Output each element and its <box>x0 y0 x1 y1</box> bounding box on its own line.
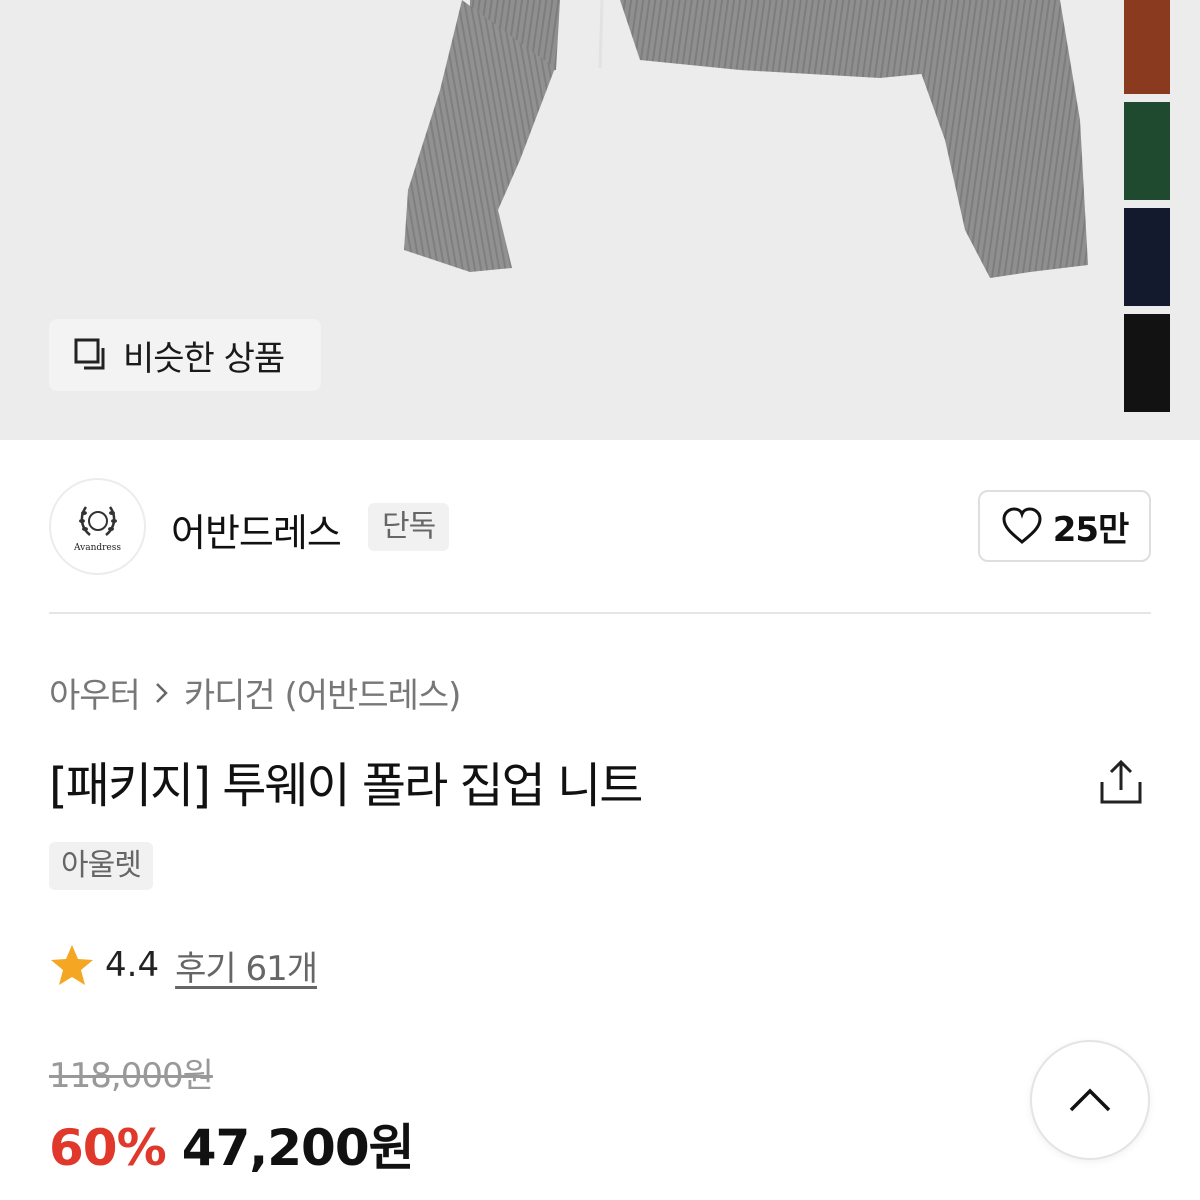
brand-name[interactable]: 어반드레스 <box>171 502 342 557</box>
discount-rate: 60% <box>49 1119 167 1177</box>
outlet-tag: 아울렛 <box>49 842 153 890</box>
chevron-right-icon <box>154 681 170 705</box>
brand-logo[interactable]: Avandress <box>49 478 146 575</box>
exclusive-badge: 단독 <box>368 503 450 551</box>
heart-icon <box>1002 507 1042 544</box>
breadcrumb-item-cardigan[interactable]: 카디건 (어반드레스) <box>184 668 462 717</box>
sale-price: 47,200원 <box>181 1119 415 1177</box>
product-image[interactable]: 비슷한 상품 <box>0 0 1200 440</box>
breadcrumb-item-outer[interactable]: 아우터 <box>49 668 141 717</box>
star-icon <box>51 945 93 985</box>
rating-row: 4.4 후기 61개 <box>49 940 318 990</box>
brand-logo-text: Avandress <box>73 542 121 553</box>
color-swatch-rust[interactable] <box>1124 0 1170 94</box>
color-swatch-green[interactable] <box>1124 102 1170 200</box>
like-button[interactable]: 25만 <box>978 490 1151 562</box>
divider <box>49 612 1151 614</box>
price-row: 60% 47,200원 <box>49 1108 415 1180</box>
product-title: [패키지] 투웨이 폴라 집업 니트 <box>49 758 643 814</box>
brand-row: Avandress 어반드레스 단독 25만 <box>49 478 1151 576</box>
similar-products-button[interactable]: 비슷한 상품 <box>49 319 321 391</box>
color-swatch-navy[interactable] <box>1124 208 1170 306</box>
like-count: 25만 <box>1052 509 1130 550</box>
laurel-emblem-icon <box>78 505 117 536</box>
breadcrumb: 아우터 카디건 (어반드레스) <box>49 668 462 717</box>
share-button[interactable] <box>1098 758 1144 806</box>
color-swatch-black[interactable] <box>1124 314 1170 412</box>
rating-score: 4.4 <box>105 945 160 985</box>
reviews-link[interactable]: 후기 61개 <box>175 941 318 990</box>
scroll-top-button[interactable] <box>1030 1040 1150 1160</box>
chevron-up-icon <box>1069 1088 1111 1112</box>
similar-products-label: 비슷한 상품 <box>123 338 285 379</box>
color-swatch-list <box>1124 0 1170 412</box>
copy-icon <box>74 338 105 370</box>
share-icon <box>1100 759 1142 804</box>
original-price: 118,000원 <box>49 1056 214 1096</box>
